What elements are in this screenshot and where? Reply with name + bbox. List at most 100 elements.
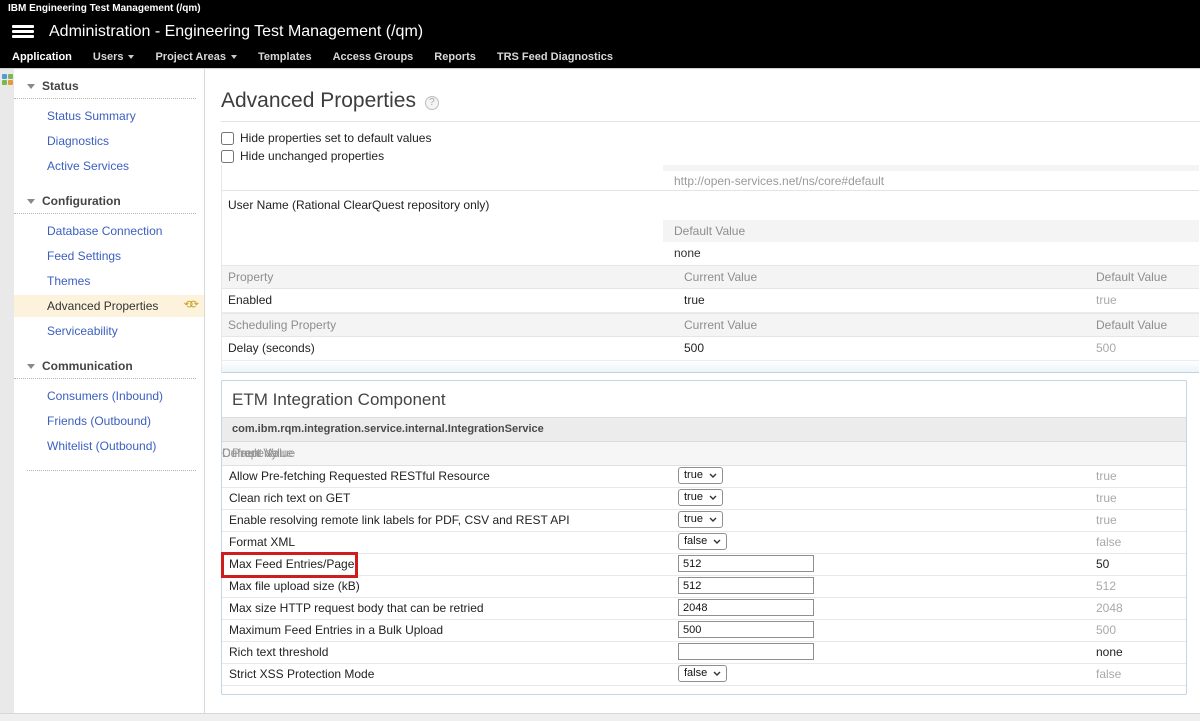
sidebar-item-active-services[interactable]: Active Services	[14, 155, 204, 177]
sidebar-item-status-summary[interactable]: Status Summary	[14, 105, 204, 127]
value-select[interactable]: false	[678, 533, 727, 550]
sidebar-section-header-communication[interactable]: Communication	[14, 353, 196, 379]
sidebar-item-serviceability[interactable]: Serviceability	[14, 320, 204, 342]
sidebar-toggle-grid-icon[interactable]	[2, 74, 13, 85]
page-title-header: Administration - Engineering Test Manage…	[49, 23, 423, 41]
table-row: Allow Pre-fetching Requested RESTful Res…	[222, 466, 1186, 488]
table-row: Strict XSS Protection Mode false false	[222, 664, 1186, 686]
property-label: Rich text threshold	[229, 645, 328, 659]
table-row: Enable resolving remote link labels for …	[222, 510, 1186, 532]
etm-integration-component-section: ETM Integration Component com.ibm.rqm.in…	[221, 380, 1187, 695]
sidebar-section-header-configuration[interactable]: Configuration	[14, 188, 196, 214]
sync-arrows-icon: ⟲⟳	[184, 298, 196, 312]
collapse-arrow-icon	[27, 364, 35, 369]
hide-unchanged-checkbox[interactable]	[221, 150, 234, 163]
window-title: IBM Engineering Test Management (/qm)	[8, 3, 201, 14]
table-row: User Name (Rational ClearQuest repositor…	[222, 191, 1199, 220]
chevron-down-icon	[128, 55, 134, 59]
property-label: Clean rich text on GET	[229, 491, 350, 505]
sidebar-item-database-connection[interactable]: Database Connection	[14, 220, 204, 242]
collapse-arrow-icon	[27, 84, 35, 89]
nav-item-trs-feed-diagnostics[interactable]: TRS Feed Diagnostics	[497, 51, 613, 63]
sidebar-item-diagnostics[interactable]: Diagnostics	[14, 130, 204, 152]
property-label: Maximum Feed Entries in a Bulk Upload	[229, 623, 443, 637]
table-row: none	[222, 242, 1199, 265]
sidebar-section-status: Status Status Summary Diagnostics Active…	[14, 73, 204, 188]
filter-hide-unchanged[interactable]: Hide unchanged properties	[221, 147, 1200, 165]
default-value: true	[1096, 491, 1117, 505]
hide-default-values-checkbox[interactable]	[221, 132, 234, 145]
table-row: http://open-services.net/ns/core#default	[222, 171, 1199, 191]
bottom-strip	[0, 713, 1200, 721]
current-value: true	[684, 289, 705, 312]
nav-item-reports[interactable]: Reports	[434, 51, 476, 63]
property-label: User Name (Rational ClearQuest repositor…	[228, 198, 489, 212]
value-select[interactable]: true	[678, 467, 723, 484]
value-input[interactable]	[678, 599, 814, 616]
table-row: Maximum Feed Entries in a Bulk Upload 50…	[222, 620, 1186, 642]
value-input[interactable]	[678, 643, 814, 660]
nav-item-users[interactable]: Users	[93, 51, 135, 63]
nav-item-templates[interactable]: Templates	[258, 51, 312, 63]
default-value: false	[1096, 535, 1121, 549]
table-row: Max size HTTP request body that can be r…	[222, 598, 1186, 620]
service-name-bar: com.ibm.rqm.integration.service.internal…	[222, 417, 1186, 442]
property-label: Strict XSS Protection Mode	[229, 667, 374, 681]
admin-navbar: Application Users Project Areas Template…	[0, 45, 1200, 68]
default-value: 512	[1096, 579, 1116, 593]
table-header-row: Scheduling Property Current Value Defaul…	[222, 313, 1199, 337]
default-value: true	[1096, 289, 1117, 312]
value-input[interactable]	[678, 555, 814, 572]
table-row: Format XML false false	[222, 532, 1186, 554]
hamburger-menu-icon[interactable]	[12, 23, 34, 40]
default-value: none	[674, 246, 701, 260]
default-value: 50	[1096, 557, 1109, 571]
value-select[interactable]: true	[678, 511, 723, 528]
table-row: Delay (seconds) 500 500	[222, 337, 1199, 361]
chevron-down-icon	[709, 517, 717, 522]
main-panel: Advanced Properties ? Hide properties se…	[205, 69, 1200, 721]
current-value: http://open-services.net/ns/core#default	[674, 174, 884, 188]
nav-item-access-groups[interactable]: Access Groups	[333, 51, 414, 63]
content-area: Status Status Summary Diagnostics Active…	[0, 68, 1200, 721]
section-title: ETM Integration Component	[222, 381, 1186, 417]
value-select[interactable]: true	[678, 489, 723, 506]
help-icon[interactable]: ?	[425, 96, 439, 110]
filter-hide-default-values[interactable]: Hide properties set to default values	[221, 129, 1200, 147]
value-select[interactable]: false	[678, 665, 727, 682]
value-input[interactable]	[678, 577, 814, 594]
default-value: true	[1096, 469, 1117, 483]
chevron-down-icon	[713, 539, 721, 544]
chevron-down-icon	[713, 671, 721, 676]
app-header: Administration - Engineering Test Manage…	[0, 18, 1200, 45]
sidebar-item-whitelist-outbound[interactable]: Whitelist (Outbound)	[14, 435, 204, 457]
table-row: Clean rich text on GET true true	[222, 488, 1186, 510]
chevron-down-icon	[709, 495, 717, 500]
default-value: 2048	[1096, 601, 1123, 615]
sidebar-item-feed-settings[interactable]: Feed Settings	[14, 245, 204, 267]
left-gutter	[0, 69, 14, 721]
sidebar-item-consumers-inbound[interactable]: Consumers (Inbound)	[14, 385, 204, 407]
property-label: Enable resolving remote link labels for …	[229, 513, 570, 527]
table-header-row: Property Current Value Default Value	[222, 442, 1186, 466]
table-header-row: Property Current Value Default Value	[222, 265, 1199, 289]
sidebar-section-communication: Communication Consumers (Inbound) Friend…	[14, 353, 204, 468]
sidebar-item-themes[interactable]: Themes	[14, 270, 204, 292]
default-value-header: Default Value	[663, 220, 1199, 242]
table-row: Max file upload size (kB) 512	[222, 576, 1186, 598]
page: IBM Engineering Test Management (/qm) Ad…	[0, 0, 1200, 721]
nav-item-application[interactable]: Application	[12, 51, 72, 63]
sidebar-item-friends-outbound[interactable]: Friends (Outbound)	[14, 410, 204, 432]
page-title: Advanced Properties	[221, 89, 416, 113]
chevron-down-icon	[709, 473, 717, 478]
table-row-max-feed-entries: Max Feed Entries/Page 50	[222, 554, 1186, 576]
nav-item-project-areas[interactable]: Project Areas	[155, 51, 237, 63]
properties-table: http://open-services.net/ns/core#default…	[221, 165, 1199, 373]
default-value: true	[1096, 513, 1117, 527]
collapse-arrow-icon	[27, 199, 35, 204]
sidebar-section-header-status[interactable]: Status	[14, 73, 196, 99]
sidebar-item-advanced-properties[interactable]: Advanced Properties ⟲⟳	[14, 295, 204, 317]
property-label: Format XML	[229, 535, 295, 549]
default-value: none	[1096, 645, 1123, 659]
value-input[interactable]	[678, 621, 814, 638]
